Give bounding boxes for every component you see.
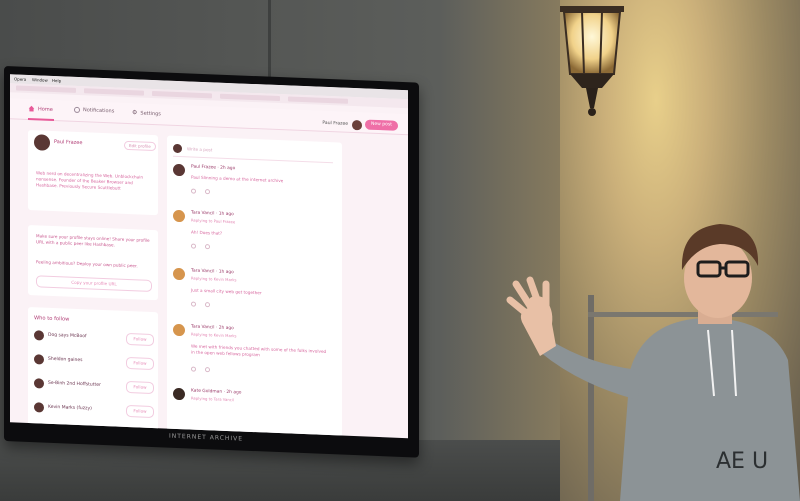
post-actions — [191, 301, 221, 309]
share-profile-card: Make sure your profile stays online! Sha… — [28, 224, 158, 301]
active-tab-indicator — [28, 117, 54, 122]
avatar[interactable] — [173, 267, 185, 281]
like-icon[interactable] — [205, 189, 210, 195]
current-user-avatar[interactable] — [352, 119, 362, 131]
copy-profile-url-button[interactable]: Copy your profile URL — [36, 275, 152, 292]
follow-button[interactable]: Follow — [126, 332, 154, 347]
avatar[interactable] — [173, 387, 185, 401]
compose-input[interactable]: Write a post — [187, 146, 212, 152]
post-actions — [191, 243, 221, 251]
profile-name[interactable]: Paul Frazee — [54, 139, 82, 146]
avatar[interactable] — [34, 402, 44, 413]
follow-button[interactable]: Follow — [126, 356, 154, 371]
avatar[interactable] — [173, 163, 185, 177]
feed-post: Paul Frazee · 2h ago Paul Slinning a dem… — [173, 163, 335, 213]
monitor-brand: INTERNET ARCHIVE — [169, 432, 244, 443]
follow-suggestion: Sheldon gaines Follow — [34, 353, 154, 372]
svg-text:AE U: AE U — [716, 449, 768, 474]
nav-home-label: Home — [38, 105, 53, 113]
monitor-screen: Opera Window Help Home Notifications ⚙ S… — [10, 74, 408, 439]
reply-context[interactable]: Replying to Tara Vancil — [191, 396, 234, 403]
follow-suggestion: Se-Binh 2nd Hoffstutter Follow — [34, 377, 154, 396]
profile-card: Paul Frazee Edit profile Web nerd on dec… — [28, 129, 158, 216]
follow-button[interactable]: Follow — [126, 404, 154, 419]
suggestion-name[interactable]: Kevin Marks (fuzzy) — [48, 405, 92, 412]
avatar[interactable] — [173, 209, 185, 223]
feed-post: Tara Vancil · 2h ago Replying to Kevin M… — [173, 323, 335, 391]
post-body: We met with friends you chatted with som… — [191, 343, 327, 358]
reply-context[interactable]: Replying to Kevin Marks — [191, 332, 237, 339]
post-actions — [191, 188, 221, 196]
comment-icon[interactable] — [191, 243, 196, 249]
like-icon[interactable] — [205, 302, 210, 308]
monitor: Opera Window Help Home Notifications ⚙ S… — [4, 66, 419, 458]
suggestion-name[interactable]: Dog says McBoof — [48, 333, 87, 340]
post-author[interactable]: Tara Vancil · 1h ago — [191, 211, 234, 218]
nav-settings[interactable]: ⚙ Settings — [132, 109, 161, 117]
post-author[interactable]: Paul Frazee · 2h ago — [191, 165, 235, 172]
post-author[interactable]: Tara Vancil · 1h ago — [191, 269, 234, 276]
home-icon — [28, 105, 35, 112]
follow-suggestion: Kevin Marks (fuzzy) Follow — [34, 401, 154, 420]
deploy-peer-text: Feeling ambitious? Deploy your own publi… — [36, 259, 138, 269]
reply-context[interactable]: Replying to Paul Frazee — [191, 218, 235, 225]
avatar[interactable] — [34, 378, 44, 389]
presenter: AE U — [506, 224, 800, 501]
who-to-follow-card: Who to follow Dog says McBoof Follow She… — [28, 306, 158, 433]
comment-icon[interactable] — [191, 366, 196, 372]
feed-post: Kate Goldman · 2h ago Replying to Tara V… — [173, 387, 335, 425]
who-to-follow-title: Who to follow — [34, 315, 70, 323]
browser-tab[interactable] — [16, 85, 76, 93]
avatar[interactable] — [173, 323, 185, 337]
photo-scene: Opera Window Help Home Notifications ⚙ S… — [0, 0, 800, 501]
browser-tab[interactable] — [220, 93, 280, 102]
os-menu-window[interactable]: Window — [32, 77, 48, 83]
profile-bio: Web nerd on decentralizing the Web. Unbl… — [36, 170, 144, 191]
notifications-icon — [74, 106, 80, 114]
browser-tab[interactable] — [84, 88, 144, 96]
comment-icon[interactable] — [191, 301, 196, 307]
avatar[interactable] — [34, 354, 44, 365]
current-user-name[interactable]: Paul Frazee — [322, 121, 348, 127]
post-feed: Write a post Paul Frazee · 2h ago Paul S… — [167, 135, 342, 439]
post-body: Paul Slinning a demo at the internet arc… — [191, 174, 284, 184]
nav-home[interactable]: Home — [28, 105, 53, 113]
wall-lantern — [560, 6, 624, 116]
follow-button[interactable]: Follow — [126, 380, 154, 395]
like-icon[interactable] — [205, 244, 210, 250]
post-actions — [191, 366, 221, 374]
new-post-button[interactable]: New post — [365, 119, 398, 131]
post-author[interactable]: Kate Goldman · 2h ago — [191, 389, 242, 396]
nav-notifications-label: Notifications — [83, 107, 115, 115]
feed-post: Tara Vancil · 1h ago Replying to Paul Fr… — [173, 209, 335, 267]
post-author[interactable]: Tara Vancil · 2h ago — [191, 325, 234, 332]
suggestion-name[interactable]: Se-Binh 2nd Hoffstutter — [48, 381, 101, 388]
like-icon[interactable] — [205, 367, 210, 373]
browser-tab[interactable] — [152, 90, 212, 99]
profile-avatar[interactable] — [34, 134, 50, 151]
avatar[interactable] — [34, 330, 44, 341]
suggestion-name[interactable]: Sheldon gaines — [48, 357, 82, 363]
gear-icon: ⚙ — [132, 109, 138, 117]
feed-post: Tara Vancil · 1h ago Replying to Kevin M… — [173, 267, 335, 325]
os-menu-opera[interactable]: Opera — [14, 76, 26, 81]
nav-notifications[interactable]: Notifications — [74, 106, 115, 115]
comment-icon[interactable] — [191, 188, 196, 194]
compose-box[interactable]: Write a post — [173, 141, 333, 164]
os-menu-help[interactable]: Help — [52, 78, 61, 83]
nav-settings-label: Settings — [140, 109, 161, 117]
share-profile-text: Make sure your profile stays online! Sha… — [36, 233, 150, 248]
edit-profile-button[interactable]: Edit profile — [124, 140, 156, 152]
post-body: Just a small city web get together — [191, 287, 262, 296]
follow-suggestion: Dog says McBoof Follow — [34, 329, 154, 348]
reply-context[interactable]: Replying to Kevin Marks — [191, 276, 237, 283]
browser-tab[interactable] — [288, 96, 348, 104]
post-body: Ah! Does that? — [191, 229, 223, 236]
avatar — [173, 143, 182, 154]
